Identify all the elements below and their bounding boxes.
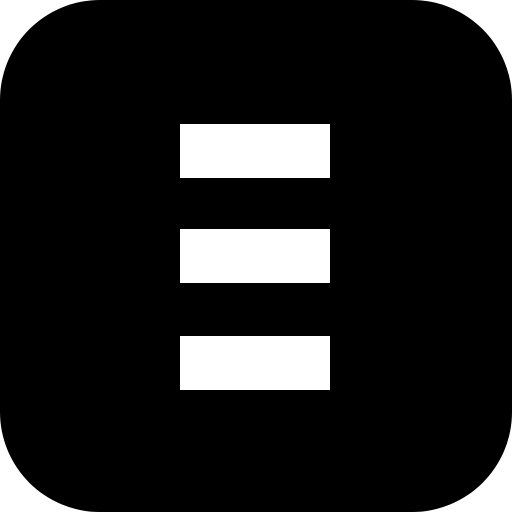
- menu-icon[interactable]: [0, 0, 512, 512]
- menu-bar-top: [180, 124, 330, 178]
- menu-bar-bottom: [180, 336, 330, 390]
- icon-canvas: [0, 0, 512, 512]
- menu-bar-middle: [180, 229, 330, 283]
